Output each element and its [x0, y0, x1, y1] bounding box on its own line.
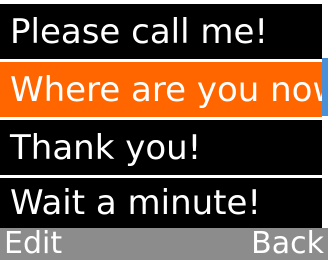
- list-item[interactable]: Thank you!: [0, 120, 322, 175]
- list-item-label: Please call me!: [10, 11, 269, 52]
- scrollbar[interactable]: [322, 0, 328, 228]
- back-softkey[interactable]: Back: [251, 228, 324, 260]
- softkey-bar: Edit Back: [0, 228, 328, 260]
- list-item-label: Wait a minute!: [10, 183, 262, 223]
- list-item-label: Where are you now?: [10, 69, 322, 110]
- list-item-selected[interactable]: Where are you now?: [0, 62, 322, 117]
- list-item-label: Thank you!: [10, 127, 202, 168]
- scrollbar-thumb[interactable]: [322, 58, 328, 116]
- phone-screen: Please call me! Where are you now? Thank…: [0, 0, 328, 260]
- list-item[interactable]: Please call me!: [0, 4, 322, 59]
- edit-softkey[interactable]: Edit: [4, 228, 62, 260]
- list-item[interactable]: Wait a minute!: [0, 178, 322, 228]
